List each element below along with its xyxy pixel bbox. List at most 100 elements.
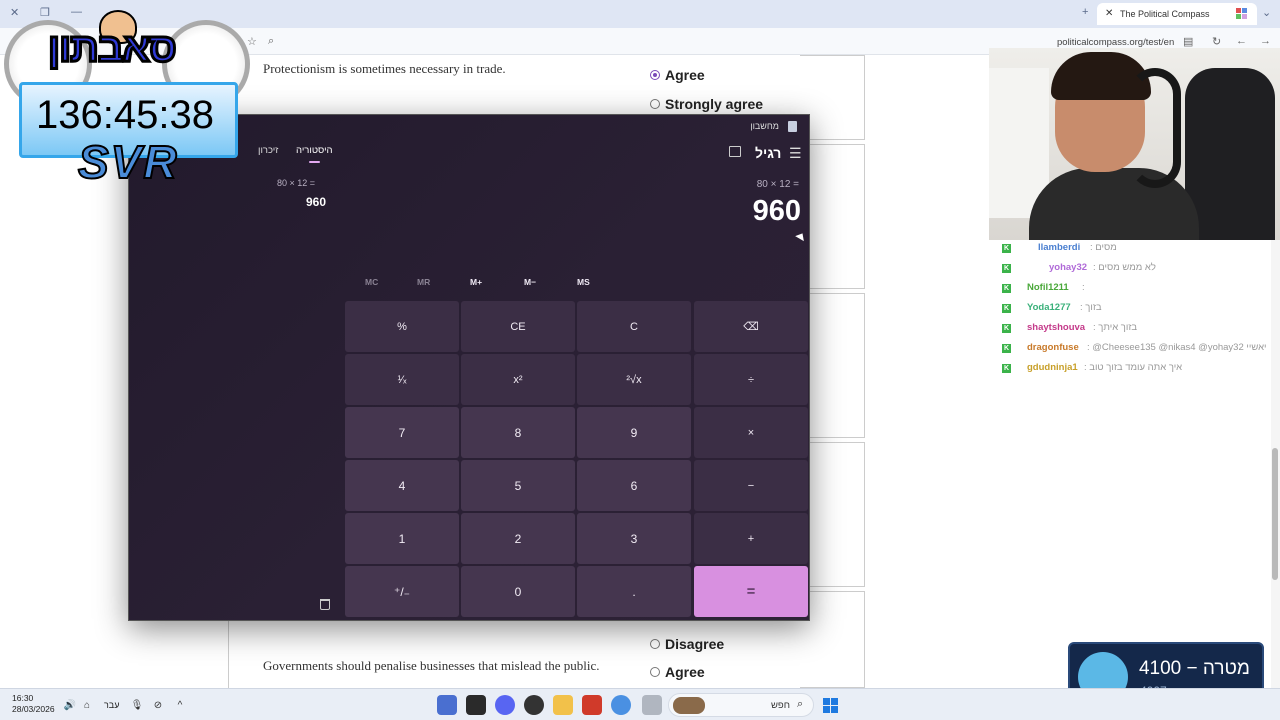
tab-history[interactable]: היסטוריה: [296, 145, 333, 156]
option-agree[interactable]: Agree: [650, 67, 705, 83]
calculator-mode: רגיל: [755, 145, 782, 161]
history-result[interactable]: 960: [306, 195, 326, 209]
tab-close-icon[interactable]: ✕: [1105, 8, 1113, 19]
percent-button[interactable]: %: [345, 301, 459, 352]
trash-icon[interactable]: [320, 599, 330, 610]
result-display: 960: [752, 195, 801, 227]
digit-5-button[interactable]: 5: [461, 460, 575, 511]
obs-app-icon[interactable]: [582, 695, 602, 715]
add-button[interactable]: +: [694, 513, 808, 564]
new-tab-icon[interactable]: +: [1082, 6, 1088, 18]
option-agree[interactable]: Agree: [650, 664, 705, 680]
memory-store-button[interactable]: MS: [577, 277, 590, 287]
tab-list-chevron-icon[interactable]: ⌄: [1262, 6, 1271, 19]
chat-username[interactable]: gdudninja1: [1027, 362, 1078, 373]
menu-icon[interactable]: ☰: [789, 145, 802, 162]
memory-clear-button[interactable]: MC: [365, 277, 378, 287]
chat-message: K gdudninja1 : איך אתה עומד בזוך טוב: [1000, 362, 1280, 376]
divide-button[interactable]: ÷: [694, 354, 808, 405]
discord-app-icon[interactable]: [495, 695, 515, 715]
taskbar-search[interactable]: חפש ⌕: [668, 693, 814, 717]
digit-8-button[interactable]: 8: [461, 407, 575, 458]
tab-memory[interactable]: זיכרון: [258, 145, 278, 156]
calculator-app-icon[interactable]: [437, 695, 457, 715]
clear-entry-button[interactable]: CE: [461, 301, 575, 352]
equals-button[interactable]: =: [694, 566, 808, 617]
backspace-button[interactable]: ⌫: [694, 301, 808, 352]
reader-icon[interactable]: ▤: [1183, 35, 1193, 48]
network-icon[interactable]: ⌂: [80, 698, 94, 712]
chat-message: K shaytshouva : בזוך איתך: [1000, 322, 1280, 336]
chat-username[interactable]: llamberdi: [1038, 242, 1080, 253]
chevron-up-icon[interactable]: ^: [173, 698, 187, 712]
microphone-icon[interactable]: 🎙: [130, 698, 144, 712]
history-expression[interactable]: 80 × 12 =: [277, 178, 315, 188]
chat-message: K Yoda1277 : בזוך: [1000, 302, 1280, 316]
memory-subtract-button[interactable]: M−: [524, 277, 536, 287]
digit-6-button[interactable]: 6: [577, 460, 691, 511]
minimize-icon[interactable]: —: [71, 6, 82, 18]
clock[interactable]: 16:30 28/03/2026: [12, 693, 55, 715]
chat-message: K yohay32 : לא ממש מסים: [1000, 262, 1280, 276]
square-root-button[interactable]: ²√x: [577, 354, 691, 405]
reciprocal-button[interactable]: ¹⁄ₓ: [345, 354, 459, 405]
digit-7-button[interactable]: 7: [345, 407, 459, 458]
volume-icon[interactable]: 🔊: [63, 698, 77, 712]
decimal-button[interactable]: .: [577, 566, 691, 617]
chat-username[interactable]: shaytshouva: [1027, 322, 1085, 333]
option-strongly-agree[interactable]: Strongly agree: [650, 96, 763, 112]
digit-9-button[interactable]: 9: [577, 407, 691, 458]
radio-button[interactable]: [650, 667, 660, 677]
file-explorer-icon[interactable]: [553, 695, 573, 715]
negate-button[interactable]: ⁺/₋: [345, 566, 459, 617]
windows-start-icon[interactable]: [823, 698, 838, 713]
digit-2-button[interactable]: 2: [461, 513, 575, 564]
radio-button[interactable]: [650, 70, 660, 80]
chat-text: : לא ממש מסים: [1093, 262, 1156, 273]
digit-3-button[interactable]: 3: [577, 513, 691, 564]
chat-username[interactable]: Nofil1211: [1027, 282, 1069, 293]
digit-4-button[interactable]: 4: [345, 460, 459, 511]
digit-1-button[interactable]: 1: [345, 513, 459, 564]
scrollbar-thumb[interactable]: [1272, 448, 1278, 580]
favorite-star-icon[interactable]: ☆: [247, 35, 257, 48]
memory-recall-button[interactable]: MR: [417, 277, 430, 287]
radio-button[interactable]: [650, 99, 660, 109]
zoom-icon[interactable]: ⌕: [268, 35, 274, 48]
back-icon[interactable]: ←: [1236, 35, 1247, 47]
multiply-button[interactable]: ×: [694, 407, 808, 458]
memory-add-button[interactable]: M+: [470, 277, 482, 287]
restore-icon[interactable]: ❐: [40, 6, 50, 19]
chat-username[interactable]: yohay32: [1049, 262, 1087, 273]
chat-text: : מסים: [1090, 242, 1117, 253]
radio-button[interactable]: [650, 639, 660, 649]
option-label: Strongly agree: [665, 96, 764, 112]
chrome-app-icon[interactable]: [611, 695, 631, 715]
language-indicator[interactable]: עבר: [104, 700, 119, 710]
no-notifications-icon[interactable]: ⊘: [151, 698, 165, 712]
task-view-icon[interactable]: [642, 695, 662, 715]
kick-badge-icon: K: [1002, 264, 1011, 273]
clear-button[interactable]: C: [577, 301, 691, 352]
option-disagree[interactable]: Disagree: [650, 636, 724, 652]
forward-icon[interactable]: →: [1260, 35, 1271, 47]
option-label: Disagree: [665, 636, 725, 652]
reload-icon[interactable]: ↻: [1212, 35, 1221, 48]
keep-on-top-icon[interactable]: [729, 146, 741, 157]
subathon-timer: 136:45:38: [36, 93, 214, 137]
tab-political-compass[interactable]: ✕ The Political Compass: [1097, 3, 1257, 25]
headphones-icon: [1129, 68, 1181, 188]
square-button[interactable]: x²: [461, 354, 575, 405]
subtract-button[interactable]: −: [694, 460, 808, 511]
media-player-icon[interactable]: [524, 695, 544, 715]
url-text[interactable]: politicalcompass.org/test/en: [1057, 37, 1174, 48]
active-tab-indicator: [309, 161, 320, 163]
chat-username[interactable]: Yoda1277: [1027, 302, 1071, 313]
taskbar: 16:30 28/03/2026 🔊 ⌂ עבר 🎙 ⊘ ^ חפש ⌕: [0, 688, 1280, 720]
chat-username[interactable]: dragonfuse: [1027, 342, 1079, 353]
chat-text: : איך אתה עומד בזוך טוב: [1084, 362, 1183, 373]
close-window-icon[interactable]: ✕: [10, 6, 19, 19]
kick-badge-icon: K: [1002, 304, 1011, 313]
terminal-app-icon[interactable]: [466, 695, 486, 715]
digit-0-button[interactable]: 0: [461, 566, 575, 617]
